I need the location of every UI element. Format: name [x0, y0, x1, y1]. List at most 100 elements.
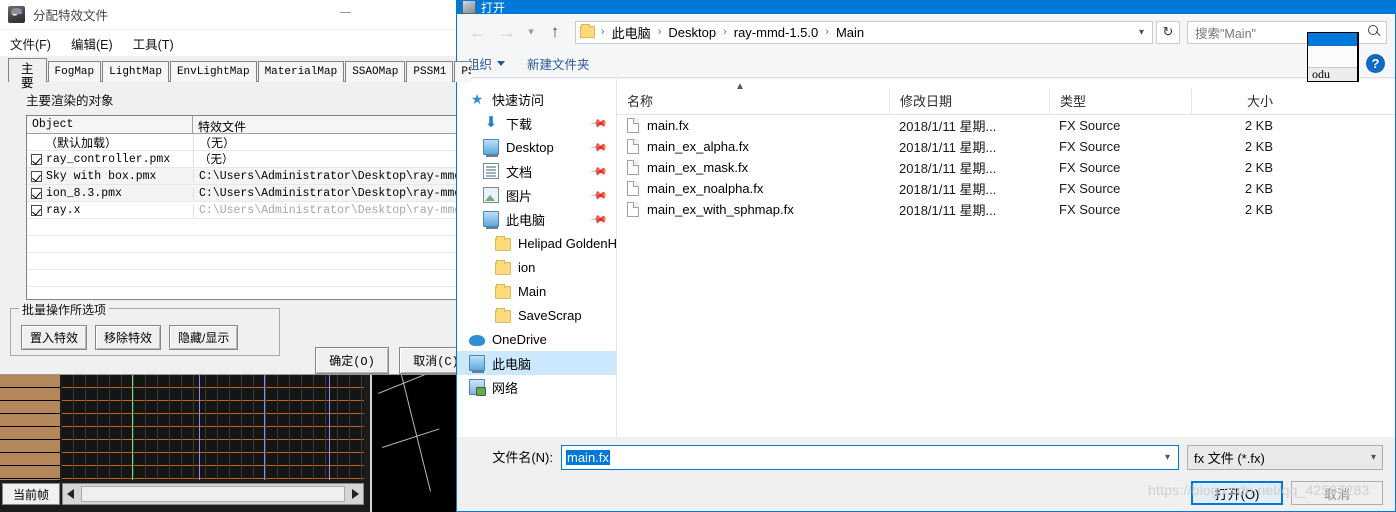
remove-effect-button[interactable]: 移除特效 [95, 325, 162, 350]
effect-file: C:\Users\Administrator\Desktop\ray-mmd-1… [193, 186, 471, 200]
menu-file[interactable]: 文件(F) [10, 34, 51, 53]
chevron-left-icon[interactable] [67, 489, 74, 499]
table-row[interactable]: （默认加载） （无） [27, 133, 471, 151]
scrollbar-track[interactable] [81, 486, 345, 502]
tab-pssm1[interactable]: PSSM1 [406, 61, 454, 82]
organize-button[interactable]: 组织 [467, 54, 506, 73]
chevron-down-icon[interactable]: ▾ [1165, 452, 1174, 463]
dialog-body: ★ 快速访问 ⬇ 下载 📌 Desktop 📌 文档 📌 图片 📌 此电脑 📌 … [457, 79, 1395, 437]
table-row[interactable]: ray.x C:\Users\Administrator\Desktop\ray… [27, 202, 471, 219]
checkbox-icon[interactable] [31, 153, 42, 165]
search-icon[interactable] [1368, 25, 1382, 39]
file-icon [627, 160, 639, 175]
file-size: 2 KB [1244, 160, 1273, 175]
checkbox-icon[interactable] [31, 204, 42, 216]
column-header-name[interactable]: 名称 [617, 89, 889, 115]
column-header-type[interactable]: 类型 [1049, 88, 1191, 115]
file-icon [627, 202, 639, 217]
sidebar-item-quick-access[interactable]: ★ 快速访问 [457, 87, 616, 111]
breadcrumb-item-0[interactable]: 此电脑 [609, 22, 654, 43]
tab-main[interactable]: 主要 [8, 58, 47, 90]
table-row[interactable]: main_ex_mask.fx 2018/1/11 星期... FX Sourc… [617, 157, 1395, 178]
tab-pssm2[interactable]: PSSM [454, 61, 471, 82]
forward-icon[interactable]: → [494, 19, 520, 45]
timeline-horizontal-scrollbar[interactable] [62, 483, 364, 505]
effect-file: C:\Users\Administrator\Desktop\ray-mmd-1… [193, 169, 471, 183]
tab-ssaomap[interactable]: SSAOMap [345, 61, 406, 82]
tab-envlightmap[interactable]: EnvLightMap [169, 61, 257, 82]
timeline-grid[interactable] [62, 375, 364, 480]
sidebar-item-this-pc[interactable]: 此电脑 [457, 351, 616, 375]
table-row[interactable]: main_ex_alpha.fx 2018/1/11 星期... FX Sour… [617, 136, 1395, 157]
help-icon[interactable]: ? [1366, 54, 1385, 73]
toggle-visibility-button[interactable]: 隐藏/显示 [169, 325, 239, 350]
sidebar-item-documents[interactable]: 文档 📌 [457, 159, 616, 183]
chevron-down-icon[interactable]: ▾ [1139, 27, 1148, 38]
minimize-icon[interactable] [340, 12, 351, 13]
column-effect-file[interactable]: 特效文件 [193, 116, 471, 134]
table-row[interactable]: ray_controller.pmx （无） [27, 151, 471, 168]
sidebar-item-onedrive[interactable]: OneDrive [457, 327, 616, 351]
ok-button[interactable]: 确定(O) [315, 347, 389, 374]
menu-tools[interactable]: 工具(T) [133, 34, 174, 53]
file-date: 2018/1/11 星期... [899, 182, 997, 197]
breadcrumb-item-3[interactable]: Main [833, 24, 867, 41]
sidebar-item-helipad[interactable]: Helipad GoldenHo [457, 231, 616, 255]
up-icon[interactable]: ↑ [542, 19, 568, 45]
table-row[interactable]: main.fx 2018/1/11 星期... FX Source 2 KB [617, 115, 1395, 136]
new-folder-button[interactable]: 新建文件夹 [527, 54, 590, 73]
pin-icon[interactable]: 📌 [590, 210, 609, 228]
column-header-size[interactable]: 大小 [1191, 88, 1291, 115]
breadcrumb-item-2[interactable]: ray-mmd-1.5.0 [731, 24, 822, 41]
computer-icon [483, 211, 499, 229]
timeline-marker [264, 375, 265, 480]
refresh-icon[interactable]: ↻ [1156, 20, 1180, 44]
recent-locations-icon[interactable]: ▾ [523, 19, 539, 45]
file-icon [627, 118, 639, 133]
table-row[interactable]: Sky with box.pmx C:\Users\Administrator\… [27, 168, 471, 185]
filename-input[interactable]: main.fx ▾ [561, 445, 1179, 470]
table-row[interactable]: main_ex_with_sphmap.fx 2018/1/11 星期... F… [617, 199, 1395, 220]
monitor-icon [483, 139, 499, 157]
menu-edit[interactable]: 编辑(E) [71, 34, 113, 53]
chevron-right-icon[interactable] [352, 489, 359, 499]
file-name-cell: main_ex_noalpha.fx [617, 181, 889, 196]
sidebar-item-this-pc-quick[interactable]: 此电脑 📌 [457, 207, 616, 231]
pin-icon[interactable]: 📌 [590, 162, 609, 180]
sidebar-item-pictures[interactable]: 图片 📌 [457, 183, 616, 207]
sidebar-item-ion[interactable]: ion [457, 255, 616, 279]
checkbox-icon[interactable] [31, 170, 42, 182]
open-file-dialog: 打开 ← → ▾ ↑ › 此电脑 › Desktop › ray-mmd-1.5… [456, 0, 1396, 512]
tab-lightmap[interactable]: LightMap [102, 61, 169, 82]
tab-fogmap[interactable]: FogMap [47, 61, 102, 82]
pin-icon[interactable]: 📌 [590, 114, 609, 132]
apply-effect-button[interactable]: 置入特效 [21, 325, 88, 350]
breadcrumb[interactable]: › 此电脑 › Desktop › ray-mmd-1.5.0 › Main ▾ [575, 20, 1153, 44]
object-name: ray.x [27, 204, 193, 217]
column-object[interactable]: Object [27, 116, 193, 133]
checkbox-icon[interactable] [31, 187, 42, 199]
table-row[interactable]: main_ex_noalpha.fx 2018/1/11 星期... FX So… [617, 178, 1395, 199]
timeline-bone-name-column[interactable] [0, 375, 60, 480]
timeline-playhead[interactable] [132, 375, 133, 480]
watermark: https://blog.csdn.net/qq_42597283 [1148, 482, 1370, 498]
sidebar-item-savescrap[interactable]: SaveScrap [457, 303, 616, 327]
file-type-filter-select[interactable]: fx 文件 (*.fx) ▾ [1187, 445, 1383, 470]
object-name: （默认加载） [45, 135, 118, 150]
sidebar-item-desktop[interactable]: Desktop 📌 [457, 135, 616, 159]
breadcrumb-item-1[interactable]: Desktop [665, 24, 719, 41]
mmd-3d-viewport[interactable] [370, 375, 456, 512]
mmd-object-list[interactable]: Object 特效文件 （默认加载） （无） ray_controller.pm… [26, 115, 471, 300]
folder-icon [495, 259, 511, 275]
pin-icon[interactable]: 📌 [590, 138, 609, 156]
back-icon[interactable]: ← [465, 19, 491, 45]
pin-icon[interactable]: 📌 [590, 186, 609, 204]
column-header-date[interactable]: 修改日期 [889, 88, 1049, 115]
tab-materialmap[interactable]: MaterialMap [257, 61, 345, 82]
table-row[interactable]: ion_8.3.pmx C:\Users\Administrator\Deskt… [27, 185, 471, 202]
breadcrumb-separator: › [601, 26, 605, 38]
sidebar-item-downloads[interactable]: ⬇ 下载 📌 [457, 111, 616, 135]
sidebar-item-network[interactable]: 网络 [457, 375, 616, 399]
timeline-marker [199, 375, 200, 480]
sidebar-item-main[interactable]: Main [457, 279, 616, 303]
